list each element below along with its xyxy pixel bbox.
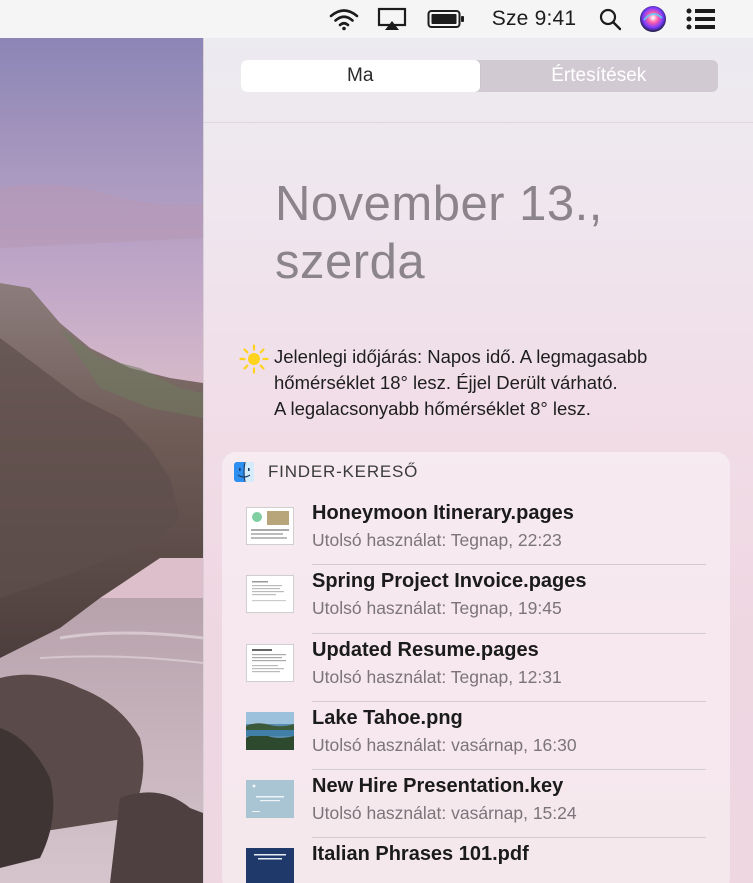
menu-bar: Sze 9:41 — [0, 0, 753, 38]
pdf-thumbnail — [246, 848, 294, 883]
widget-title: FINDER-KERESŐ — [268, 462, 419, 481]
tab-notifications[interactable]: Értesítések — [480, 60, 719, 92]
list-item[interactable]: Honeymoon Itinerary.pages Utolsó használ… — [222, 497, 730, 566]
view-switcher: Ma Értesítések — [241, 60, 718, 92]
date-line: November 13., — [275, 177, 603, 231]
list-item[interactable]: Updated Resume.pages Utolsó használat: T… — [222, 634, 730, 702]
file-last-used: Utolsó használat: vasárnap, 16:30 — [312, 734, 577, 755]
finder-search-widget: FINDER-KERESŐ Honeymoon Itinerary.pages … — [222, 452, 730, 883]
list-item[interactable]: Italian Phrases 101.pdf — [222, 838, 730, 883]
weather-summary: Jelenlegi időjárás: Napos idő. A legmaga… — [239, 344, 719, 422]
wifi-icon[interactable] — [328, 0, 360, 38]
file-name: New Hire Presentation.key — [312, 775, 564, 798]
sun-icon — [239, 344, 269, 374]
pages-document-thumbnail — [246, 643, 294, 682]
battery-icon[interactable] — [426, 0, 466, 38]
file-name: Updated Resume.pages — [312, 638, 539, 661]
file-name: Spring Project Invoice.pages — [312, 570, 587, 593]
keynote-thumbnail — [246, 780, 294, 819]
coastal-landscape-image — [0, 38, 203, 883]
widget-header: FINDER-KERESŐ — [234, 462, 418, 482]
spotlight-search-icon[interactable] — [596, 0, 624, 38]
file-last-used: Utolsó használat: Tegnap, 19:45 — [312, 598, 562, 619]
header-divider — [204, 122, 753, 123]
file-name: Italian Phrases 101.pdf — [312, 843, 529, 866]
recent-files-list: Honeymoon Itinerary.pages Utolsó használ… — [222, 497, 730, 883]
siri-icon[interactable] — [638, 0, 668, 38]
pages-document-thumbnail — [246, 507, 294, 545]
tab-today[interactable]: Ma — [241, 60, 480, 92]
desktop-wallpaper — [0, 38, 203, 883]
weather-line: hőmérséklet 18° lesz. Éjjel Derült várha… — [274, 372, 618, 393]
weather-line: A legalacsonyabb hőmérséklet 8° lesz. — [274, 398, 591, 419]
list-item[interactable]: Lake Tahoe.png Utolsó használat: vasárna… — [222, 702, 730, 771]
list-item[interactable]: New Hire Presentation.key Utolsó használ… — [222, 770, 730, 839]
weather-line: Jelenlegi időjárás: Napos idő. A legmaga… — [274, 346, 648, 367]
notification-center-icon[interactable] — [684, 0, 718, 38]
file-last-used: Utolsó használat: Tegnap, 22:23 — [312, 530, 562, 550]
file-name: Honeymoon Itinerary.pages — [312, 502, 574, 524]
list-item[interactable]: Spring Project Invoice.pages Utolsó hasz… — [222, 565, 730, 634]
file-last-used: Utolsó használat: Tegnap, 12:31 — [312, 666, 562, 687]
image-thumbnail — [246, 711, 294, 750]
file-last-used: Utolsó használat: vasárnap, 15:24 — [312, 803, 577, 824]
finder-icon — [234, 462, 254, 482]
airplay-icon[interactable] — [376, 0, 408, 38]
pages-document-thumbnail — [246, 575, 294, 614]
menu-clock[interactable]: Sze 9:41 — [486, 0, 582, 38]
weekday-line: szerda — [275, 235, 426, 289]
today-date: November 13., szerda — [275, 175, 735, 291]
file-name: Lake Tahoe.png — [312, 706, 463, 729]
notification-center-panel: Ma Értesítések November 13., szerda Jele… — [203, 38, 753, 883]
